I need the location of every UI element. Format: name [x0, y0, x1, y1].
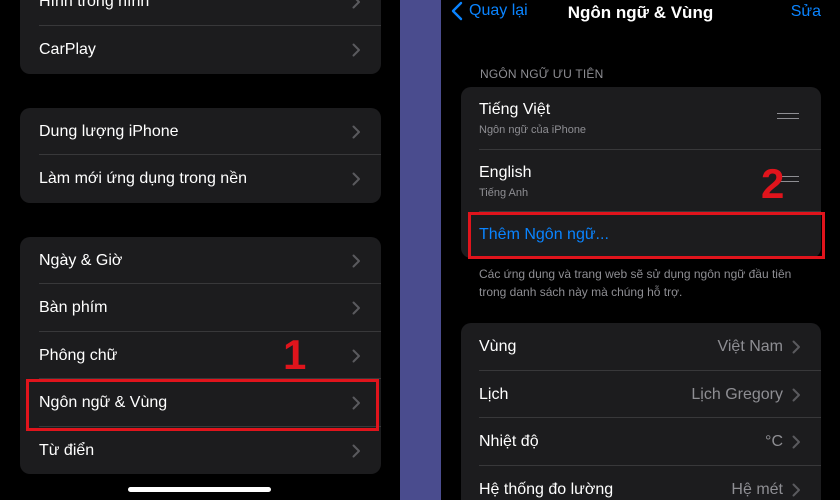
- chevron-right-icon: [352, 301, 360, 315]
- chevron-right-icon: [792, 340, 800, 354]
- highlight-box-add-language: [468, 212, 825, 259]
- row-label: Làm mới ứng dụng trong nền: [39, 170, 247, 187]
- settings-group-2: Dung lượng iPhone Làm mới ứng dụng trong…: [20, 108, 381, 203]
- row-label: Từ điển: [39, 441, 95, 459]
- settings-group-3: Ngày & Giờ Bàn phím Phông chữ Ngôn ngữ &…: [20, 237, 381, 474]
- chevron-right-icon: [352, 254, 360, 268]
- row-label: Vùng: [479, 338, 517, 355]
- row-value: Lịch Gregory: [691, 385, 783, 403]
- chevron-right-icon: [352, 43, 360, 57]
- chevron-right-icon: [352, 125, 360, 139]
- language-footer-note: Các ứng dụng và trang web sẽ sử dụng ngô…: [479, 267, 792, 299]
- drag-handle-icon[interactable]: [777, 113, 799, 124]
- row-label: Dung lượng iPhone: [39, 122, 179, 140]
- step-number-1: 1: [283, 331, 307, 378]
- language-name: Tiếng Việt: [479, 101, 551, 118]
- language-region-screen: Quay lại Ngôn ngữ & Vùng Sửa NGÔN NGỮ ƯU…: [441, 0, 840, 500]
- preferred-languages-header: NGÔN NGỮ ƯU TIÊN: [480, 67, 604, 81]
- row-label: Lịch: [479, 385, 509, 403]
- chevron-right-icon: [352, 349, 360, 363]
- highlight-box-language-region: [26, 379, 379, 431]
- region-settings-group: Vùng Việt Nam Lịch Lịch Gregory Nhiệt độ…: [461, 323, 821, 500]
- settings-general-screen: Hình trong hình CarPlay Dung lượng iPhon…: [0, 0, 400, 500]
- edit-button[interactable]: Sửa: [791, 3, 821, 21]
- language-name: English: [479, 163, 532, 181]
- temperature-row[interactable]: Nhiệt độ °C: [461, 418, 821, 466]
- measurement-system-row[interactable]: Hệ thống đo lường Hệ mét: [461, 466, 821, 500]
- chevron-right-icon: [792, 483, 800, 497]
- navigation-bar: Quay lại Ngôn ngữ & Vùng Sửa: [441, 0, 840, 28]
- row-value: °C: [765, 433, 783, 450]
- step-number-2: 2: [761, 160, 785, 207]
- row-label: Nhiệt độ: [479, 433, 539, 450]
- row-label: Bàn phím: [39, 299, 108, 316]
- language-subtitle: Ngôn ngữ của iPhone: [479, 124, 587, 136]
- settings-row-date-time[interactable]: Ngày & Giờ: [20, 237, 381, 284]
- chevron-right-icon: [352, 444, 360, 458]
- row-label: CarPlay: [39, 41, 96, 58]
- panel-divider: [400, 0, 441, 500]
- language-subtitle: Tiếng Anh: [479, 186, 529, 199]
- row-label: Hệ thống đo lường: [479, 481, 614, 498]
- language-row-vietnamese[interactable]: Tiếng Việt Ngôn ngữ của iPhone: [461, 87, 821, 150]
- row-value: Việt Nam: [717, 338, 783, 355]
- row-label: Phông chữ: [39, 346, 118, 364]
- page-title: Ngôn ngữ & Vùng: [567, 3, 714, 22]
- chevron-right-icon: [352, 0, 360, 9]
- settings-row-carplay[interactable]: CarPlay: [20, 26, 381, 74]
- settings-row-fonts[interactable]: Phông chữ: [20, 332, 381, 379]
- settings-row-keyboard[interactable]: Bàn phím: [20, 284, 381, 332]
- settings-group-1: Hình trong hình CarPlay: [20, 0, 381, 74]
- row-label: Ngày & Giờ: [39, 251, 123, 269]
- settings-row-dictionary[interactable]: Từ điển: [20, 427, 381, 474]
- home-indicator: [128, 487, 271, 492]
- chevron-right-icon: [792, 435, 800, 449]
- settings-row-iphone-storage[interactable]: Dung lượng iPhone: [20, 108, 381, 155]
- settings-row-picture-in-picture[interactable]: Hình trong hình: [20, 0, 381, 26]
- chevron-right-icon: [792, 388, 800, 402]
- row-label: Hình trong hình: [39, 0, 150, 10]
- region-row[interactable]: Vùng Việt Nam: [461, 323, 821, 371]
- settings-row-background-refresh[interactable]: Làm mới ứng dụng trong nền: [20, 155, 381, 203]
- row-value: Hệ mét: [731, 481, 783, 498]
- chevron-right-icon: [352, 172, 360, 186]
- calendar-row[interactable]: Lịch Lịch Gregory: [461, 371, 821, 418]
